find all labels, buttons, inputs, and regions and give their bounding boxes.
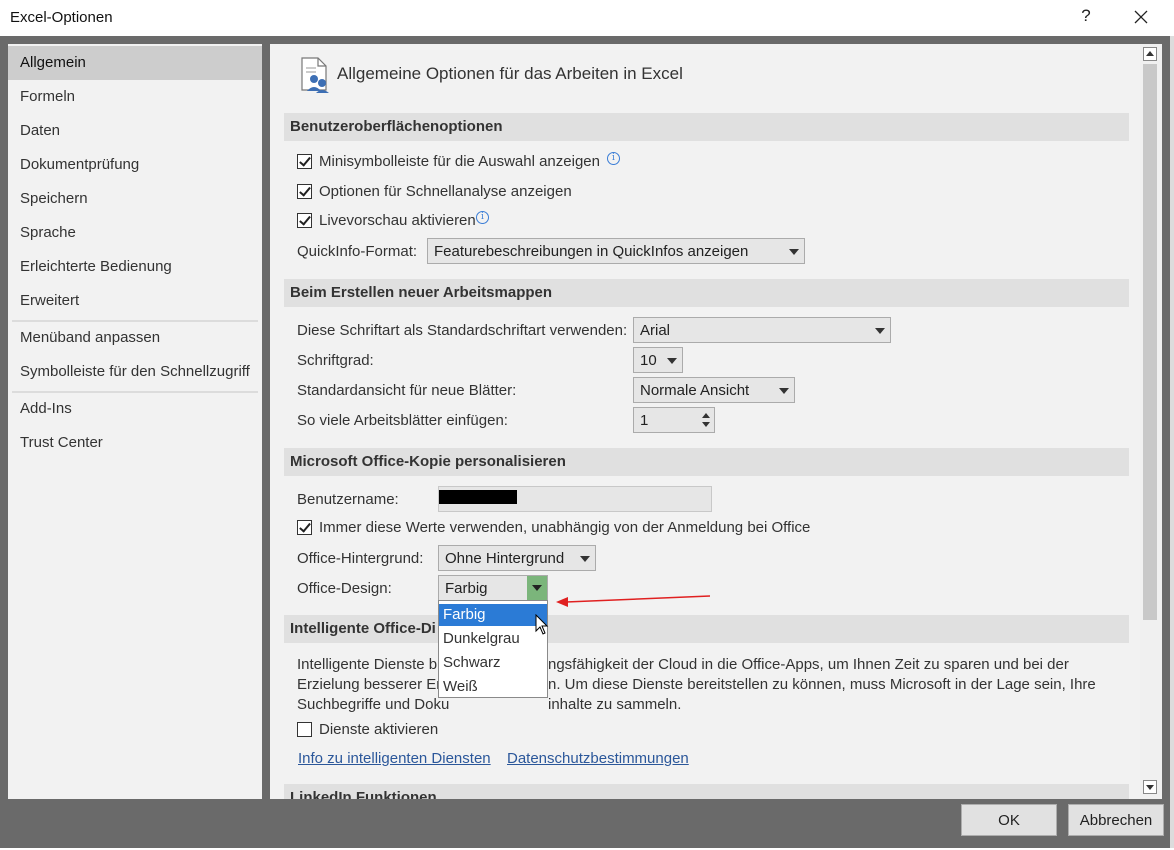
- theme-option-dunkelgrau[interactable]: Dunkelgrau: [439, 628, 547, 650]
- theme-option-farbig[interactable]: Farbig: [439, 604, 547, 626]
- page-title: Allgemeine Optionen für das Arbeiten in …: [337, 64, 683, 83]
- intelligent-text-line3a: Suchbegriffe und Doku: [297, 696, 450, 713]
- office-background-select[interactable]: Ohne Hintergrund: [438, 545, 596, 571]
- enable-services-label: Dienste aktivieren: [319, 721, 439, 738]
- scroll-down-icon[interactable]: [1143, 780, 1157, 794]
- default-view-value: Normale Ansicht: [640, 382, 750, 399]
- section-title: Intelligente Office-Di: [290, 620, 436, 637]
- section-header-ui-options: Benutzeroberflächenoptionen: [284, 113, 1129, 141]
- section-header-personalize: Microsoft Office-Kopie personalisieren: [284, 448, 1129, 476]
- mini-toolbar-label: Minisymbolleiste für die Auswahl anzeige…: [319, 153, 600, 170]
- section-header-intelligent-services: Intelligente Office-Di: [284, 615, 1129, 643]
- sidebar-item-sprache[interactable]: Sprache: [8, 216, 262, 250]
- chevron-down-icon: [875, 328, 885, 334]
- info-icon[interactable]: i: [476, 211, 489, 224]
- chevron-down-icon: [532, 585, 542, 591]
- options-content: Allgemeine Optionen für das Arbeiten in …: [270, 44, 1140, 799]
- always-use-label: Immer diese Werte verwenden, unabhängig …: [319, 519, 811, 536]
- close-icon[interactable]: [1128, 4, 1154, 30]
- font-value: Arial: [640, 322, 671, 339]
- theme-option-schwarz[interactable]: Schwarz: [439, 652, 547, 674]
- section-title: LinkedIn Funktionen: [290, 789, 437, 799]
- intelligent-text-line2b: n. Um diese Dienste bereitstellen zu kön…: [548, 676, 1096, 693]
- screentip-select[interactable]: Featurebeschreibungen in QuickInfos anze…: [427, 238, 805, 264]
- help-button[interactable]: ?: [1076, 6, 1096, 26]
- privacy-policy-link[interactable]: Datenschutzbestimmungen: [507, 750, 689, 767]
- intelligent-text-line1a: Intelligente Dienste b: [297, 656, 438, 673]
- username-label: Benutzername:: [297, 491, 399, 508]
- sidebar-item-trust-center[interactable]: Trust Center: [8, 426, 262, 460]
- ok-button[interactable]: OK: [961, 804, 1057, 836]
- annotation-arrow-icon: [556, 595, 711, 607]
- office-theme-select[interactable]: Farbig: [438, 575, 548, 601]
- office-theme-value: Farbig: [445, 580, 488, 597]
- username-field[interactable]: [438, 486, 712, 512]
- screentip-value: Featurebeschreibungen in QuickInfos anze…: [434, 243, 749, 260]
- section-title: Beim Erstellen neuer Arbeitsmappen: [290, 284, 553, 301]
- sidebar-item-erweitert[interactable]: Erweitert: [8, 284, 262, 318]
- office-theme-label: Office-Design:: [297, 580, 392, 597]
- options-sidebar: Allgemein Formeln Daten Dokumentprüfung …: [8, 44, 262, 799]
- sidebar-item-daten[interactable]: Daten: [8, 114, 262, 148]
- sidebar-item-speichern[interactable]: Speichern: [8, 182, 262, 216]
- mini-toolbar-checkbox[interactable]: [297, 154, 312, 169]
- sheet-count-value: 1: [640, 412, 649, 429]
- chevron-down-icon: [789, 249, 799, 255]
- sheet-count-stepper[interactable]: 1: [633, 407, 715, 433]
- dialog-footer: OK Abbrechen: [0, 800, 1170, 848]
- default-view-select[interactable]: Normale Ansicht: [633, 377, 795, 403]
- scroll-thumb[interactable]: [1143, 64, 1157, 620]
- font-size-select[interactable]: 10: [633, 347, 683, 373]
- scroll-up-icon[interactable]: [1143, 47, 1157, 61]
- sidebar-item-formeln[interactable]: Formeln: [8, 80, 262, 114]
- window-edge: [1170, 36, 1174, 848]
- office-background-label: Office-Hintergrund:: [297, 550, 424, 567]
- section-header-linkedin: LinkedIn Funktionen: [284, 784, 1129, 799]
- default-view-label: Standardansicht für neue Blätter:: [297, 382, 517, 399]
- screentip-label: QuickInfo-Format:: [297, 243, 418, 260]
- content-scrollbar[interactable]: [1140, 44, 1162, 799]
- chevron-down-icon: [667, 358, 677, 364]
- sheet-count-label: So viele Arbeitsblätter einfügen:: [297, 412, 508, 429]
- sidebar-item-add-ins[interactable]: Add-Ins: [8, 392, 262, 426]
- font-select[interactable]: Arial: [633, 317, 891, 343]
- cancel-button[interactable]: Abbrechen: [1068, 804, 1164, 836]
- font-size-label: Schriftgrad:: [297, 352, 374, 369]
- always-use-checkbox[interactable]: [297, 520, 312, 535]
- dropdown-button[interactable]: [527, 576, 547, 600]
- enable-services-checkbox[interactable]: [297, 722, 312, 737]
- font-size-value: 10: [640, 352, 657, 369]
- sidebar-item-erleichterte-bedienung[interactable]: Erleichterte Bedienung: [8, 250, 262, 284]
- title-bar: Excel-Optionen ?: [0, 0, 1174, 36]
- quick-analysis-label: Optionen für Schnellanalyse anzeigen: [319, 183, 572, 200]
- intelligent-text-line3b: inhalte zu sammeln.: [548, 696, 682, 713]
- redacted-block: [439, 490, 517, 504]
- spin-arrows-icon[interactable]: [701, 411, 711, 429]
- info-intelligent-services-link[interactable]: Info zu intelligenten Diensten: [298, 750, 491, 767]
- theme-option-weiss[interactable]: Weiß: [439, 676, 547, 698]
- mouse-cursor-icon: [535, 614, 549, 635]
- section-title: Microsoft Office-Kopie personalisieren: [290, 453, 566, 470]
- section-title: Benutzeroberflächenoptionen: [290, 118, 503, 135]
- intelligent-text-line2a: Erzielung besserer Er: [297, 676, 442, 693]
- live-preview-checkbox[interactable]: [297, 213, 312, 228]
- general-options-icon: [301, 57, 329, 93]
- sidebar-item-menueband-anpassen[interactable]: Menüband anpassen: [8, 321, 262, 355]
- quick-analysis-checkbox[interactable]: [297, 184, 312, 199]
- font-label: Diese Schriftart als Standardschriftart …: [297, 322, 628, 339]
- sidebar-item-schnellzugriff[interactable]: Symbolleiste für den Schnellzugriff: [8, 355, 262, 389]
- chevron-down-icon: [779, 388, 789, 394]
- intelligent-text-line1b: ngsfähigkeit der Cloud in die Office-App…: [548, 656, 1069, 673]
- chevron-down-icon: [580, 556, 590, 562]
- sidebar-item-allgemein[interactable]: Allgemein: [8, 46, 262, 80]
- window-title: Excel-Optionen: [10, 9, 113, 26]
- office-theme-dropdown-list: Farbig Dunkelgrau Schwarz Weiß: [438, 600, 548, 698]
- section-header-new-workbooks: Beim Erstellen neuer Arbeitsmappen: [284, 279, 1129, 307]
- sidebar-item-dokumentpruefung[interactable]: Dokumentprüfung: [8, 148, 262, 182]
- info-icon[interactable]: i: [607, 152, 620, 165]
- live-preview-label: Livevorschau aktivieren: [319, 212, 476, 229]
- office-background-value: Ohne Hintergrund: [445, 550, 565, 567]
